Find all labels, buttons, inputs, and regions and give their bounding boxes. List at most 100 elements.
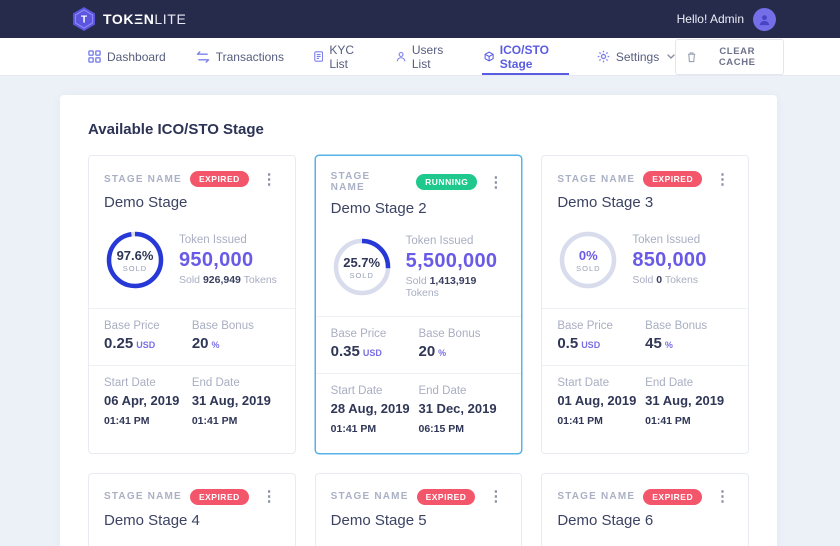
sold-tokens-line: Sold 926,949 Tokens — [179, 274, 277, 286]
greeting-text: Hello! Admin — [677, 12, 744, 26]
end-date-value: 31 Dec, 2019 06:15 PM — [418, 400, 506, 438]
tokenlite-logo-icon: T — [72, 6, 96, 32]
users-list-icon — [396, 50, 406, 63]
stage-name-label: STAGE NAME — [557, 491, 635, 502]
main-nav: Dashboard Transactions KYC List Users Li… — [0, 38, 840, 76]
base-price-unit: USD — [136, 340, 155, 350]
nav-item-dashboard[interactable]: Dashboard — [88, 38, 166, 75]
logo-text: TOKΞNLITE — [103, 11, 186, 27]
tokenlite-logo[interactable]: T TOKΞNLITE — [72, 6, 186, 32]
stage-card[interactable]: STAGE NAME EXPIRED ⋮ Demo Stage 4 0% — [88, 473, 296, 546]
base-bonus-label: Base Bonus — [418, 328, 506, 340]
sold-tokens-line: Sold 0 Tokens — [632, 274, 706, 286]
stage-title: Demo Stage 2 — [331, 200, 507, 217]
trash-icon — [687, 51, 696, 63]
token-issued-label: Token Issued — [406, 235, 507, 247]
base-bonus-value: 20% — [192, 335, 280, 352]
stage-title: Demo Stage 5 — [331, 512, 507, 529]
end-time: 01:41 PM — [192, 415, 238, 427]
token-issued-amount: 950,000 — [179, 249, 277, 272]
dashboard-icon — [88, 50, 101, 63]
nav-item-kyc-list[interactable]: KYC List — [314, 38, 366, 75]
user-avatar[interactable] — [753, 8, 776, 31]
base-bonus-label: Base Bonus — [645, 320, 733, 332]
stage-card[interactable]: STAGE NAME RUNNING ⋮ Demo Stage 2 25.7% — [315, 155, 523, 454]
progress-ring: 25.7% SOLD — [331, 236, 393, 298]
start-time: 01:41 PM — [104, 415, 150, 427]
nav-item-label: Settings — [616, 50, 659, 64]
kebab-menu-icon[interactable]: ⋮ — [712, 489, 733, 504]
end-date-value: 31 Aug, 2019 01:41 PM — [192, 392, 280, 430]
stage-card-grid: STAGE NAME EXPIRED ⋮ Demo Stage 97.6% — [88, 155, 749, 546]
nav-item-label: Transactions — [216, 50, 284, 64]
transactions-icon — [196, 51, 210, 63]
progress-ring: 0% SOLD — [557, 229, 619, 291]
base-bonus-unit: % — [665, 340, 673, 350]
kebab-menu-icon[interactable]: ⋮ — [259, 489, 280, 504]
status-badge: EXPIRED — [190, 489, 249, 505]
base-price-value: 0.25USD — [104, 335, 192, 352]
nav-item-label: Users List — [412, 43, 454, 71]
nav-item-transactions[interactable]: Transactions — [196, 38, 284, 75]
chevron-down-icon — [667, 54, 675, 59]
stage-title: Demo Stage 6 — [557, 512, 733, 529]
token-issued-amount: 850,000 — [632, 249, 706, 272]
start-date-label: Start Date — [104, 377, 192, 389]
percent-sold-value: 97.6% — [117, 248, 154, 263]
stage-name-label: STAGE NAME — [331, 491, 409, 502]
nav-item-users-list[interactable]: Users List — [396, 38, 454, 75]
stage-name-label: STAGE NAME — [557, 174, 635, 185]
settings-gear-icon — [597, 50, 610, 63]
content-panel: Available ICO/STO Stage STAGE NAME EXPIR… — [60, 95, 777, 546]
nav-item-label: KYC List — [329, 43, 365, 71]
stage-title: Demo Stage 4 — [104, 512, 280, 529]
base-price-value: 0.35USD — [331, 343, 419, 360]
base-price-label: Base Price — [104, 320, 192, 332]
base-bonus-value: 45% — [645, 335, 733, 352]
nav-item-ico-sto-stage[interactable]: ICO/STO Stage — [484, 38, 567, 75]
stage-title: Demo Stage — [104, 194, 280, 211]
kebab-menu-icon[interactable]: ⋮ — [712, 172, 733, 187]
stage-name-label: STAGE NAME — [331, 171, 409, 193]
stage-card[interactable]: STAGE NAME EXPIRED ⋮ Demo Stage 97.6% — [88, 155, 296, 454]
stage-card[interactable]: STAGE NAME EXPIRED ⋮ Demo Stage 3 0% — [541, 155, 749, 454]
percent-sold-value: 25.7% — [343, 255, 380, 270]
start-time: 01:41 PM — [557, 415, 603, 427]
sold-word: SOLD — [349, 271, 373, 280]
base-price-label: Base Price — [557, 320, 645, 332]
sold-tokens-line: Sold 1,413,919 Tokens — [406, 275, 507, 299]
start-date-value: 01 Aug, 2019 01:41 PM — [557, 392, 645, 430]
kebab-menu-icon[interactable]: ⋮ — [259, 172, 280, 187]
progress-ring: 97.6% SOLD — [104, 229, 166, 291]
svg-text:T: T — [81, 15, 87, 26]
base-bonus-value: 20% — [418, 343, 506, 360]
base-price-unit: USD — [363, 348, 382, 358]
nav-item-label: ICO/STO Stage — [500, 43, 567, 71]
stage-name-label: STAGE NAME — [104, 174, 182, 185]
end-date-label: End Date — [645, 377, 733, 389]
clear-cache-button[interactable]: CLEAR CACHE — [675, 39, 784, 75]
nav-item-label: Dashboard — [107, 50, 166, 64]
base-price-unit: USD — [581, 340, 600, 350]
clear-cache-label: CLEAR CACHE — [702, 46, 772, 68]
kebab-menu-icon[interactable]: ⋮ — [485, 489, 506, 504]
sold-amount: 1,413,919 — [430, 275, 477, 287]
status-badge: EXPIRED — [190, 171, 249, 187]
end-time: 06:15 PM — [418, 423, 464, 435]
base-price-label: Base Price — [331, 328, 419, 340]
nav-item-settings[interactable]: Settings — [597, 38, 675, 75]
stage-card[interactable]: STAGE NAME EXPIRED ⋮ Demo Stage 6 0% — [541, 473, 749, 546]
ico-sto-stage-icon — [484, 50, 494, 63]
status-badge: RUNNING — [416, 174, 477, 190]
stage-card[interactable]: STAGE NAME EXPIRED ⋮ Demo Stage 5 0% — [315, 473, 523, 546]
sold-word: SOLD — [123, 264, 147, 273]
status-badge: EXPIRED — [643, 171, 702, 187]
base-bonus-label: Base Bonus — [192, 320, 280, 332]
start-time: 01:41 PM — [331, 423, 377, 435]
kyc-list-icon — [314, 50, 323, 63]
stage-title: Demo Stage 3 — [557, 194, 733, 211]
token-issued-label: Token Issued — [179, 234, 277, 246]
end-date-label: End Date — [418, 385, 506, 397]
end-time: 01:41 PM — [645, 415, 691, 427]
kebab-menu-icon[interactable]: ⋮ — [485, 175, 506, 190]
